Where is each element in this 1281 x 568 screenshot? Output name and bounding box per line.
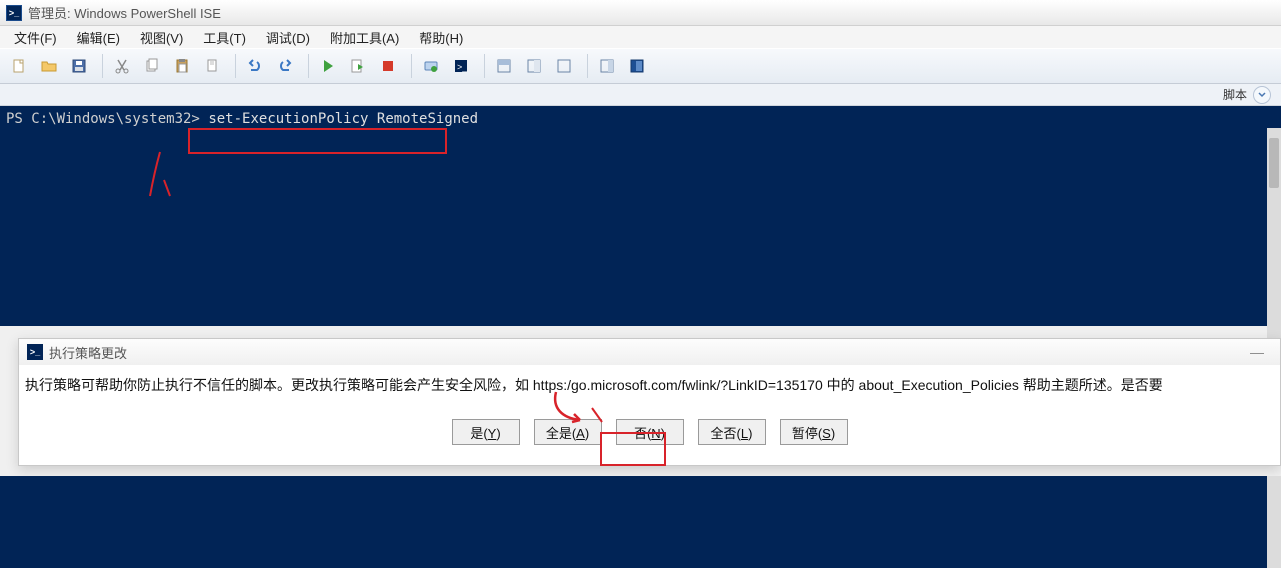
menubar: 文件(F) 编辑(E) 视图(V) 工具(T) 调试(D) 附加工具(A) 帮助… — [0, 26, 1281, 48]
menu-view[interactable]: 视图(V) — [130, 26, 193, 49]
dialog-button-row: 是(Y) 全是(A) 否(N) 全否(L) 暂停(S) — [19, 413, 1280, 465]
menu-file[interactable]: 文件(F) — [4, 26, 67, 49]
yes-all-button[interactable]: 全是(A) — [534, 419, 602, 445]
clear-button[interactable] — [199, 53, 225, 79]
save-button[interactable] — [66, 53, 92, 79]
menu-help[interactable]: 帮助(H) — [409, 26, 473, 49]
chevron-down-icon[interactable] — [1253, 86, 1271, 104]
undo-button[interactable] — [242, 53, 268, 79]
dialog-message: 执行策略可帮助你防止执行不信任的脚本。更改执行策略可能会产生安全风险，如 htt… — [19, 365, 1280, 413]
menu-addons[interactable]: 附加工具(A) — [320, 26, 409, 49]
window-titlebar: >_ 管理员: Windows PowerShell ISE — [0, 0, 1281, 26]
script-pane-label: 脚本 — [1223, 86, 1247, 103]
run-selection-button[interactable] — [345, 53, 371, 79]
powershell-icon: >_ — [6, 5, 22, 21]
console-command: set-ExecutionPolicy RemoteSigned — [208, 111, 478, 127]
open-file-button[interactable] — [36, 53, 62, 79]
show-script-top-button[interactable] — [491, 53, 517, 79]
cut-button[interactable] — [109, 53, 135, 79]
yes-button[interactable]: 是(Y) — [452, 419, 520, 445]
show-command-addon-button[interactable] — [624, 53, 650, 79]
redo-button[interactable] — [272, 53, 298, 79]
run-button[interactable] — [315, 53, 341, 79]
menu-edit[interactable]: 编辑(E) — [67, 26, 130, 49]
console-prompt: PS C:\Windows\system32> — [6, 111, 200, 127]
start-powershell-button[interactable]: >_ — [448, 53, 474, 79]
dialog-title: 执行策略更改 — [49, 343, 127, 362]
suspend-button[interactable]: 暂停(S) — [780, 419, 848, 445]
toolbar-separator — [308, 54, 309, 78]
dialog-minimize-button[interactable]: — — [1242, 344, 1272, 360]
toolbar-separator — [102, 54, 103, 78]
execution-policy-dialog: >_ 执行策略更改 — 执行策略可帮助你防止执行不信任的脚本。更改执行策略可能会… — [18, 338, 1281, 466]
console-pane[interactable]: PS C:\Windows\system32> set-ExecutionPol… — [0, 106, 1281, 326]
copy-button[interactable] — [139, 53, 165, 79]
new-remote-tab-button[interactable] — [418, 53, 444, 79]
paste-button[interactable] — [169, 53, 195, 79]
window-title: 管理员: Windows PowerShell ISE — [28, 3, 221, 22]
no-all-button[interactable]: 全否(L) — [698, 419, 766, 445]
new-file-button[interactable] — [6, 53, 32, 79]
svg-text:>_: >_ — [457, 62, 468, 72]
toolbar-separator — [587, 54, 588, 78]
script-pane-header: 脚本 — [0, 84, 1281, 106]
console-lower-area — [0, 476, 1281, 568]
toolbar-separator — [235, 54, 236, 78]
toolbar-separator — [484, 54, 485, 78]
show-script-max-button[interactable] — [551, 53, 577, 79]
stop-button[interactable] — [375, 53, 401, 79]
toolbar-separator — [411, 54, 412, 78]
menu-debug[interactable]: 调试(D) — [256, 26, 320, 49]
menu-tools[interactable]: 工具(T) — [193, 26, 256, 49]
show-command-pane-button[interactable] — [594, 53, 620, 79]
toolbar: >_ — [0, 48, 1281, 84]
no-button[interactable]: 否(N) — [616, 419, 684, 445]
show-script-right-button[interactable] — [521, 53, 547, 79]
scrollbar-thumb[interactable] — [1269, 138, 1279, 188]
dialog-titlebar: >_ 执行策略更改 — — [19, 339, 1280, 365]
powershell-icon: >_ — [27, 344, 43, 360]
console-scrollbar[interactable] — [1267, 128, 1281, 338]
